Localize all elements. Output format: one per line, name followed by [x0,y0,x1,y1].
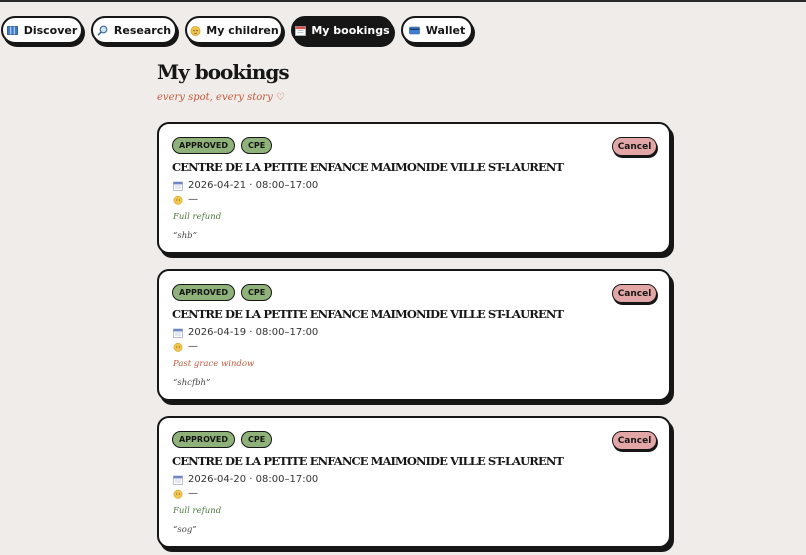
nav-my-children[interactable]: My children [185,16,283,44]
booking-child: — [188,488,198,499]
cancel-button[interactable]: Cancel [612,137,657,156]
booking-card: APPROVED CPE Cancel CENTRE DE LA PETITE … [157,122,671,254]
nav-my-bookings-label: My bookings [311,23,390,37]
booking-date-row: 2026-04-21 · 08:00–17:00 [173,180,318,191]
booking-note: “shb” [173,231,197,241]
calendar-icon [173,475,183,485]
booking-child-row: — [173,341,198,352]
daycare-name: CENTRE DE LA PETITE ENFANCE MAIMONIDE VI… [172,307,564,321]
top-border [0,0,806,2]
booking-date-row: 2026-04-20 · 08:00–17:00 [173,474,318,485]
type-badge: CPE [240,431,273,448]
refund-status: Past grace window [173,359,255,369]
magnifier-icon [97,24,109,36]
status-badge: APPROVED [172,431,235,448]
badge-group: APPROVED CPE [172,137,273,154]
page-subtitle: every spot, every story ♡ [157,92,285,103]
booking-datetime: 2026-04-20 · 08:00–17:00 [188,474,319,485]
refund-status: Full refund [173,212,222,222]
nav-my-children-label: My children [206,23,279,37]
card-icon [409,24,421,36]
nav-discover-label: Discover [23,23,78,37]
booking-note: “shcfbh” [173,378,211,388]
nav-wallet[interactable]: Wallet [401,16,473,44]
calendar-icon [173,328,183,338]
daycare-name: CENTRE DE LA PETITE ENFANCE MAIMONIDE VI… [172,160,564,174]
cancel-button[interactable]: Cancel [612,284,657,303]
page-title: My bookings [157,60,290,84]
booking-datetime: 2026-04-21 · 08:00–17:00 [188,180,319,191]
page-subtitle-text: every spot, every story [157,92,273,103]
nav-wallet-label: Wallet [425,23,466,37]
booking-card: APPROVED CPE Cancel CENTRE DE LA PETITE … [157,269,671,401]
daycare-name: CENTRE DE LA PETITE ENFANCE MAIMONIDE VI… [172,454,564,468]
booking-card: APPROVED CPE Cancel CENTRE DE LA PETITE … [157,416,671,548]
nav-research[interactable]: Research [91,16,177,44]
nav-research-label: Research [113,23,172,37]
refund-status: Full refund [173,506,222,516]
baby-icon [189,24,201,36]
booking-child-row: — [173,194,198,205]
booking-child-row: — [173,488,198,499]
baby-icon [173,195,183,205]
type-badge: CPE [240,284,273,301]
main-nav: Discover Research My children My booking… [0,16,806,48]
badge-group: APPROVED CPE [172,431,273,448]
booking-note: “sog” [173,525,197,535]
status-badge: APPROVED [172,284,235,301]
nav-my-bookings[interactable]: My bookings [291,16,393,44]
booking-child: — [188,341,198,352]
booking-datetime: 2026-04-19 · 08:00–17:00 [188,327,319,338]
baby-icon [173,489,183,499]
calendar-icon [294,24,306,36]
badge-group: APPROVED CPE [172,284,273,301]
status-badge: APPROVED [172,137,235,154]
calendar-icon [173,181,183,191]
heart-icon: ♡ [275,92,285,103]
type-badge: CPE [240,137,273,154]
cancel-button[interactable]: Cancel [612,431,657,450]
baby-icon [173,342,183,352]
map-icon [7,24,19,36]
booking-date-row: 2026-04-19 · 08:00–17:00 [173,327,318,338]
nav-discover[interactable]: Discover [1,16,83,44]
booking-child: — [188,194,198,205]
